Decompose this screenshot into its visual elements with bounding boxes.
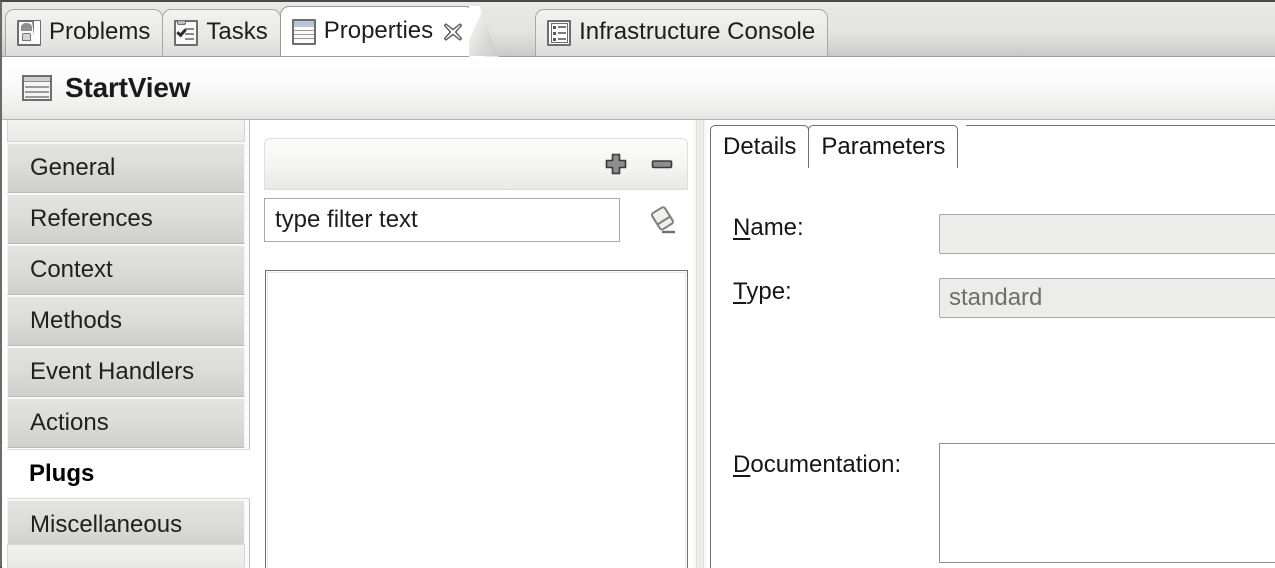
- name-label-rest: ame:: [750, 214, 804, 241]
- tab-parameters[interactable]: Parameters: [808, 125, 959, 168]
- details-form: Name: Type: Documentation:: [710, 168, 1275, 568]
- sidebar-bottom-cap: [7, 544, 245, 568]
- view-title-bar: StartView: [2, 57, 1275, 120]
- name-input[interactable]: [939, 214, 1275, 254]
- sidebar-item-methods[interactable]: Methods: [7, 296, 245, 346]
- sidebar-item-label: General: [30, 154, 116, 181]
- sidebar-item-label: Actions: [30, 409, 109, 436]
- name-label: Name:: [711, 214, 939, 242]
- tab-label-infrastructure-console: Infrastructure Console: [579, 18, 816, 45]
- type-field-row: Type:: [711, 278, 1275, 318]
- problems-icon: [17, 20, 41, 46]
- tab-label-problems: Problems: [49, 18, 151, 45]
- tab-infrastructure-console[interactable]: Infrastructure Console: [535, 9, 829, 56]
- tab-problems[interactable]: Problems: [5, 9, 164, 56]
- tab-label-tasks: Tasks: [206, 18, 268, 45]
- sidebar-item-miscellaneous[interactable]: Miscellaneous: [7, 500, 245, 550]
- documentation-label-mnemonic: D: [733, 451, 751, 478]
- sidebar-item-label: Event Handlers: [30, 358, 195, 385]
- page-title: StartView: [65, 72, 191, 103]
- console-icon: [547, 20, 572, 46]
- filter-input[interactable]: [264, 198, 620, 242]
- sidebar-item-actions[interactable]: Actions: [7, 398, 245, 448]
- name-field-row: Name:: [711, 214, 1275, 254]
- properties-table-icon: [291, 18, 316, 45]
- sidebar-item-label: Methods: [30, 307, 123, 334]
- sidebar-item-references[interactable]: References: [7, 194, 245, 244]
- sidebar-item-event-handlers[interactable]: Event Handlers: [7, 347, 245, 397]
- documentation-textarea[interactable]: [939, 443, 1275, 563]
- view-body: General References Context Methods Event…: [2, 120, 1275, 568]
- tab-tasks[interactable]: Tasks: [162, 9, 281, 56]
- plugs-toolbar: [264, 138, 688, 190]
- documentation-field-row: Documentation:: [711, 443, 1275, 563]
- documentation-label: Documentation:: [711, 443, 939, 479]
- sidebar-item-list: General References Context Methods Event…: [7, 143, 250, 551]
- tab-details[interactable]: Details: [710, 125, 810, 168]
- section-nav-sidebar: General References Context Methods Event…: [7, 120, 250, 568]
- name-label-mnemonic: N: [733, 214, 751, 241]
- tab-label-details: Details: [723, 133, 797, 160]
- eraser-icon[interactable]: [646, 202, 682, 238]
- sidebar-top-cap: [7, 120, 245, 142]
- view-tab-list: Problems Tasks Properties Infrastructure…: [5, 3, 829, 56]
- plugs-list[interactable]: [265, 270, 688, 568]
- documentation-label-rest: ocumentation:: [750, 451, 902, 478]
- sidebar-item-label: References: [30, 205, 153, 232]
- close-icon[interactable]: [442, 21, 464, 43]
- section-plugs-list-panel: [258, 120, 692, 568]
- tasks-icon: [174, 20, 199, 46]
- sidebar-item-general[interactable]: General: [7, 143, 245, 193]
- type-label: Type:: [711, 278, 939, 306]
- tab-properties[interactable]: Properties: [279, 6, 475, 56]
- details-tab-list: Details Parameters: [710, 125, 959, 168]
- panel-divider-sash[interactable]: [692, 120, 708, 568]
- remove-button[interactable]: [647, 149, 677, 179]
- sidebar-item-label: Context: [30, 256, 113, 283]
- view-tab-bar: Problems Tasks Properties Infrastructure…: [2, 2, 1275, 57]
- type-label-rest: ype:: [746, 278, 792, 305]
- sidebar-item-plugs[interactable]: Plugs: [7, 449, 250, 499]
- add-button[interactable]: [601, 149, 631, 179]
- details-tab-filler: [966, 125, 1275, 168]
- sidebar-item-label: Plugs: [29, 460, 95, 487]
- filter-row: [264, 198, 688, 242]
- tab-label-parameters: Parameters: [821, 133, 946, 160]
- properties-view-window: Problems Tasks Properties Infrastructure…: [0, 0, 1275, 568]
- tab-label-properties: Properties: [323, 16, 434, 44]
- section-details-panel: Details Parameters Name: Type: Documenta…: [710, 125, 1275, 568]
- sidebar-item-label: Miscellaneous: [30, 511, 183, 538]
- type-input[interactable]: [939, 278, 1275, 318]
- type-label-mnemonic: T: [733, 278, 747, 305]
- plugs-list-inner-edge: [267, 272, 686, 568]
- sidebar-item-context[interactable]: Context: [7, 245, 245, 295]
- view-form-icon: [22, 75, 52, 101]
